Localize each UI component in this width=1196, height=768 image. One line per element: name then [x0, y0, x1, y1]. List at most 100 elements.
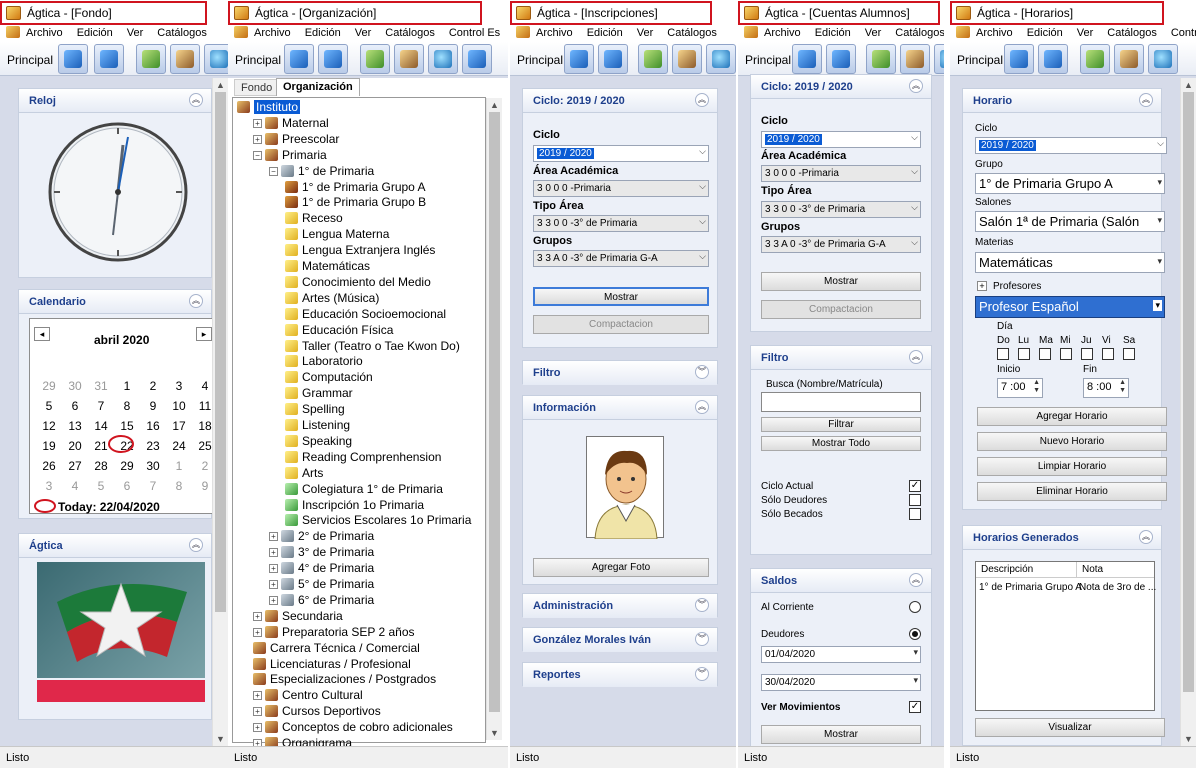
menu-edicion[interactable]: Edición	[77, 27, 113, 39]
expand-profesores-icon[interactable]: +	[977, 281, 987, 291]
tree-node[interactable]: Arts	[285, 465, 323, 481]
calendar-button[interactable]	[318, 44, 348, 74]
scroll-thumb[interactable]	[1183, 92, 1194, 692]
people-button[interactable]	[170, 44, 200, 74]
reportes-header[interactable]: Reportes ︾	[523, 663, 717, 687]
filtrar-button[interactable]: Filtrar	[761, 417, 921, 432]
menu-edicion[interactable]: Edición	[587, 27, 623, 39]
tree-node[interactable]: Lengua Materna	[285, 226, 389, 242]
inicio-spinner[interactable]: 7 :00 ▲ ▼	[997, 378, 1043, 398]
expand-icon[interactable]: +	[269, 564, 278, 574]
filtro-header[interactable]: Filtro ︽	[751, 346, 931, 370]
calendar-day[interactable]: 9	[140, 399, 166, 413]
tree-scrollbar[interactable]: ▲ ▼	[486, 98, 502, 740]
compactacion-button[interactable]: Compactacion	[533, 315, 709, 334]
calendar-prev-button[interactable]: ◂	[34, 327, 50, 341]
scroll-thumb[interactable]	[215, 92, 226, 612]
fecha-fin-picker[interactable]: 30/04/2020 ▾	[761, 674, 921, 691]
calendar-button[interactable]	[598, 44, 628, 74]
menu-control[interactable]: Control Es	[1171, 27, 1196, 39]
books-button[interactable]	[1004, 44, 1034, 74]
calendar-button[interactable]	[826, 44, 856, 74]
collapse-icon[interactable]: ︽	[189, 294, 203, 308]
expand-icon[interactable]: +	[269, 595, 278, 605]
menu-edicion[interactable]: Edición	[815, 27, 851, 39]
menu-archivo[interactable]: Archivo	[26, 27, 63, 39]
spinner-arrows-icon[interactable]: ▲ ▼	[1033, 379, 1040, 395]
day-checkbox[interactable]	[997, 348, 1009, 360]
collapse-icon[interactable]: −	[269, 166, 278, 176]
menu-control[interactable]: Control Es	[449, 27, 500, 39]
menu-ver[interactable]: Ver	[127, 27, 144, 39]
expand-icon[interactable]: +	[253, 118, 262, 128]
calendar-day[interactable]: 14	[88, 419, 114, 433]
tree-node[interactable]: + Cursos Deportivos	[253, 703, 381, 719]
day-checkbox[interactable]	[1060, 348, 1072, 360]
tree-node[interactable]: + Conceptos de cobro adicionales	[253, 719, 453, 735]
calendario-header[interactable]: Calendario ︽	[19, 290, 211, 314]
calendar-day[interactable]: 30	[62, 379, 88, 393]
ciclo-header[interactable]: Ciclo: 2019 / 2020 ︽	[751, 75, 931, 99]
grupos-select[interactable]: 3 3 A 0 -3° de Primaria G-A ⌵	[533, 250, 709, 267]
calendar-month[interactable]: abril 2020	[94, 333, 149, 347]
tree-node[interactable]: + Secundaria	[253, 608, 343, 624]
people-button[interactable]	[394, 44, 424, 74]
day-checkbox[interactable]	[1018, 348, 1030, 360]
horarios-table[interactable]: Descripción Nota 1° de Primaria Grupo A …	[975, 561, 1156, 711]
calendar-day[interactable]: 23	[140, 439, 166, 453]
menu-archivo[interactable]: Archivo	[764, 27, 801, 39]
tree-node[interactable]: + Maternal	[253, 115, 329, 131]
area-select[interactable]: 3 0 0 0 -Primaria ⌵	[761, 165, 921, 182]
day-checkbox[interactable]	[1039, 348, 1051, 360]
edit-button[interactable]	[866, 44, 896, 74]
collapse-icon[interactable]: ︽	[189, 93, 203, 107]
day-checkbox[interactable]	[1123, 348, 1135, 360]
calendar-next-button[interactable]: ▸	[196, 327, 212, 341]
tree-node[interactable]: Colegiatura 1° de Primaria	[285, 481, 443, 497]
calendar-day[interactable]: 29	[114, 459, 140, 473]
persona-header[interactable]: González Morales Iván ︾	[523, 628, 717, 652]
tree-node[interactable]: + Preparatoria SEP 2 años	[253, 624, 415, 640]
menu-archivo[interactable]: Archivo	[976, 27, 1013, 39]
spinner-arrows-icon[interactable]: ▲ ▼	[1119, 379, 1126, 395]
calendar-button[interactable]	[1038, 44, 1068, 74]
expand-icon[interactable]: ︾	[695, 667, 709, 681]
fecha-inicio-picker[interactable]: 01/04/2020 ▾	[761, 646, 921, 663]
calendar-day[interactable]: 6	[62, 399, 88, 413]
tree-node[interactable]: +5° de Primaria	[269, 576, 374, 592]
month-calendar[interactable]: ◂ abril 2020 ▸ 29 30 31 1 2 3 4 5 6 7 8 9 10 11 12 13 14…	[29, 318, 217, 514]
org-tree[interactable]: Instituto + Maternal + Preescolar − Primaria −1…	[232, 97, 486, 750]
collapse-icon[interactable]: ︽	[909, 350, 923, 364]
calendar-day[interactable]: 27	[62, 459, 88, 473]
scroll-up-icon[interactable]: ▲	[216, 80, 225, 90]
mostrar-saldos-button[interactable]: Mostrar	[761, 725, 921, 744]
tree-node[interactable]: Spelling	[285, 401, 345, 417]
globe-button[interactable]	[204, 44, 228, 74]
mostrar-button[interactable]: Mostrar	[533, 287, 709, 306]
people-button[interactable]	[900, 44, 930, 74]
tree-node[interactable]: 1° de Primaria Grupo B	[285, 194, 426, 210]
tree-node[interactable]: Especializaciones / Postgrados	[253, 671, 436, 687]
tree-node[interactable]: + Preescolar	[253, 131, 339, 147]
calendar-day[interactable]: 8	[114, 399, 140, 413]
collapse-icon[interactable]: ︽	[695, 400, 709, 414]
tree-node[interactable]: Grammar	[285, 385, 353, 401]
scroll-thumb[interactable]	[489, 112, 500, 712]
app-menu-icon[interactable]	[956, 26, 970, 38]
tree-node[interactable]: +4° de Primaria	[269, 560, 374, 576]
informacion-header[interactable]: Información ︽	[523, 396, 717, 420]
tree-node[interactable]: Taller (Teatro o Tae Kwon Do)	[285, 338, 460, 354]
scroll-down-icon[interactable]: ▼	[1184, 734, 1193, 744]
calendar-day[interactable]: 6	[114, 479, 140, 493]
tree-node[interactable]: Matemáticas	[285, 258, 370, 274]
tipo-select[interactable]: 3 3 0 0 -3° de Primaria ⌵	[533, 215, 709, 232]
collapse-icon[interactable]: ︽	[909, 79, 923, 93]
books-button[interactable]	[58, 44, 88, 74]
horario-header[interactable]: Horario ︽	[963, 89, 1161, 113]
tree-node[interactable]: Inscripción 1o Primaria	[285, 497, 424, 513]
edit-button[interactable]	[638, 44, 668, 74]
tree-node[interactable]: + Centro Cultural	[253, 687, 363, 703]
ciclo-select[interactable]: 2019 / 2020 ⌵	[761, 131, 921, 148]
tab-fondo[interactable]: Fondo	[234, 79, 280, 96]
expand-icon[interactable]: +	[269, 548, 278, 558]
